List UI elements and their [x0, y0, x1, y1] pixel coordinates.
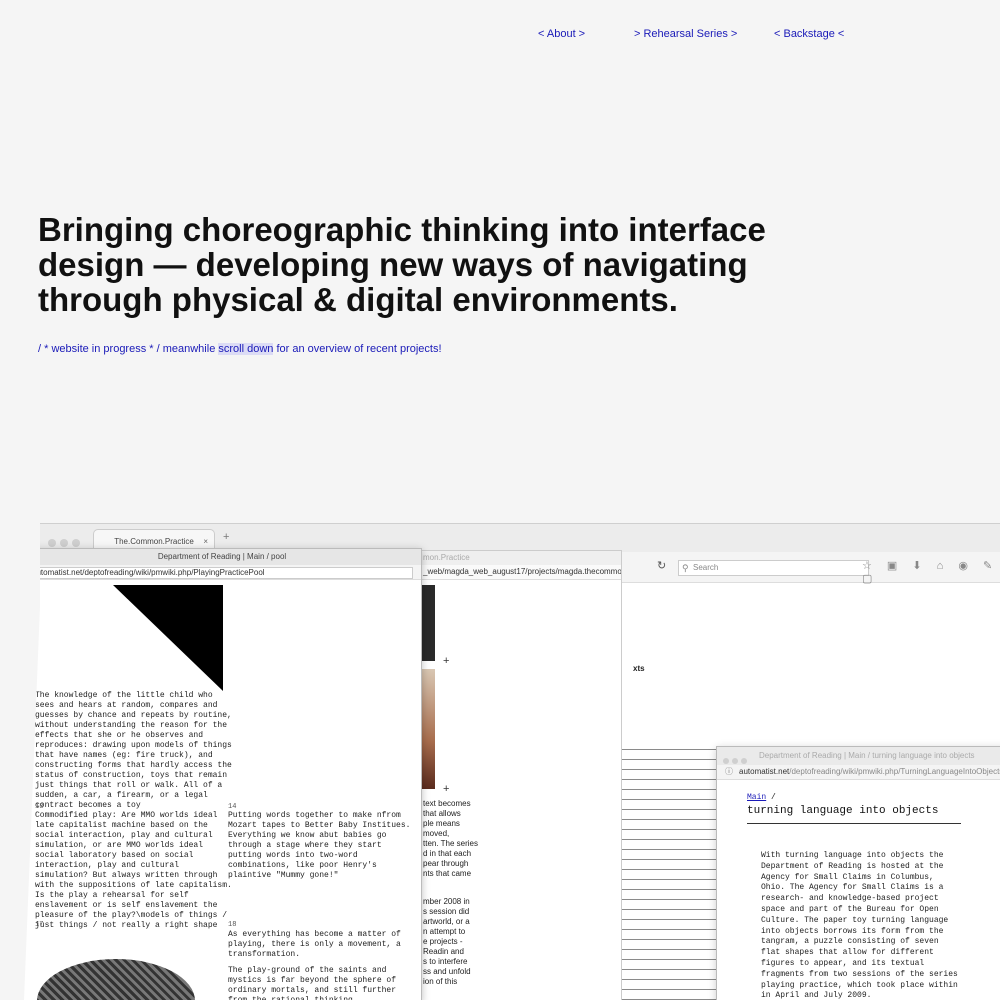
background-heading-fragment: xts [633, 664, 645, 673]
playing-practice-pool-window: Department of Reading | Main / pool auto… [22, 548, 422, 1000]
minimize-dot-icon [60, 539, 68, 547]
close-dot-icon [48, 539, 56, 547]
text-line: ion of this [423, 977, 458, 986]
text-line: mber 2008 in [423, 897, 470, 906]
maximize-dot-icon [741, 758, 747, 764]
text-line: Readin and [423, 947, 464, 956]
turning-language-window-title: Department of Reading | Main / turning l… [759, 751, 975, 760]
nav-about-link[interactable]: < About > [538, 28, 585, 40]
crosshair-icon: + [443, 655, 450, 667]
text-line: d in that each [423, 849, 472, 858]
url-path: /deptofreading/wiki/pmwiki.php/TurningLa… [789, 767, 1000, 776]
text-line: ple means [423, 819, 460, 828]
tagline-prefix: / * website in progress * / meanwhile [38, 343, 219, 355]
search-placeholder: Search [693, 563, 719, 572]
pool-window-url: automatist.net/deptofreading/wiki/pmwiki… [31, 567, 413, 579]
fragment-number: 18 [228, 921, 237, 929]
magda-paragraph-1: text becomes that allows ple means moved… [423, 799, 619, 879]
magnifier-icon: ⚲ [682, 563, 689, 573]
fragment-number: 13 [35, 803, 44, 811]
reload-icon: ↻ [657, 560, 667, 572]
tagline: / * website in progress * / meanwhile sc… [38, 343, 442, 355]
browser-search-box: ⚲ Search [678, 560, 869, 576]
fragment-number: 14 [228, 803, 237, 811]
text-line: e projects - [423, 937, 463, 946]
crosshair-icon: + [443, 783, 450, 795]
turning-language-window: Department of Reading | Main / turning l… [716, 746, 1000, 1000]
breadcrumb: Main / [747, 793, 776, 802]
page-headline: Bringing choreographic thinking into int… [38, 211, 766, 318]
minimize-dot-icon [732, 758, 738, 764]
url-host: automatist.net [739, 767, 790, 776]
pool-window-title: Department of Reading | Main / pool [157, 552, 287, 561]
text-line: s to interfere [423, 957, 468, 966]
pool-text-block-14: Putting words together to make nfrom Moz… [228, 811, 411, 880]
close-dot-icon [723, 758, 729, 764]
text-line: s session did [423, 907, 470, 916]
breadcrumb-separator: / [766, 793, 776, 802]
scroll-down-link[interactable]: scroll down [218, 343, 274, 355]
project-screenshot-collage: The.Common.Practice × + ↻ ⚲ Search ☆ ▣ ⬇… [0, 520, 1000, 1000]
info-icon: ⓘ [725, 767, 733, 776]
pool-text-block-13: Commodified play: Are MMO worlds ideal l… [35, 811, 232, 930]
fragment-number: 17 [35, 921, 44, 929]
text-line: text becomes [423, 799, 471, 808]
pool-text-block-1: The knowledge of the little child who se… [35, 691, 232, 810]
turning-language-heading: turning language into objects [747, 805, 961, 824]
text-line: artworld, or a [423, 917, 470, 926]
turning-language-urlbar: ⓘ automatist.net/deptofreading/wiki/pmwi… [717, 765, 1000, 780]
pool-window-titlebar: Department of Reading | Main / pool [23, 549, 421, 565]
text-line: tten. The series [423, 839, 478, 848]
new-tab-icon: + [223, 531, 230, 543]
magda-browser-window: mon.Practice _web/magda_web_august17/pro… [418, 550, 622, 1000]
pool-text-block-18b: The play-ground of the saints and mystic… [228, 966, 397, 1000]
toolbar-icons: ☆ ▣ ⬇ ⌂ ◉ ✎ ▢ [862, 560, 999, 585]
text-line: nts that came [423, 869, 472, 878]
turning-language-body: With turning language into objects the D… [761, 851, 958, 1000]
pool-text-block-18a: As everything has become a matter of pla… [228, 930, 401, 959]
nav-rehearsal-series-link[interactable]: > Rehearsal Series > [634, 28, 737, 40]
turning-language-titlebar: Department of Reading | Main / turning l… [717, 747, 1000, 765]
nav-backstage-link[interactable]: < Backstage < [774, 28, 844, 40]
browser-tab-label: The.Common.Practice [114, 537, 194, 546]
magda-window-url: _web/magda_web_august17/projects/magda.t… [419, 565, 621, 580]
text-line: that allows [423, 809, 461, 818]
pool-window-urlbar: automatist.net/deptofreading/wiki/pmwiki… [23, 565, 421, 580]
text-line: pear through [423, 859, 469, 868]
text-line: moved, [423, 829, 450, 838]
magda-paragraph-2: mber 2008 in s session did artworld, or … [423, 897, 619, 987]
maximize-dot-icon [72, 539, 80, 547]
engraved-stone-image [37, 959, 195, 1000]
tagline-suffix: for an overview of recent projects! [273, 343, 442, 355]
text-line: n attempt to [423, 927, 466, 936]
breadcrumb-main-link: Main [747, 793, 767, 802]
magda-window-title: mon.Practice [419, 551, 621, 565]
text-line: ss and unfold [423, 967, 471, 976]
magda-text: text becomes that allows ple means moved… [423, 799, 619, 987]
black-triangle-image [113, 585, 223, 691]
